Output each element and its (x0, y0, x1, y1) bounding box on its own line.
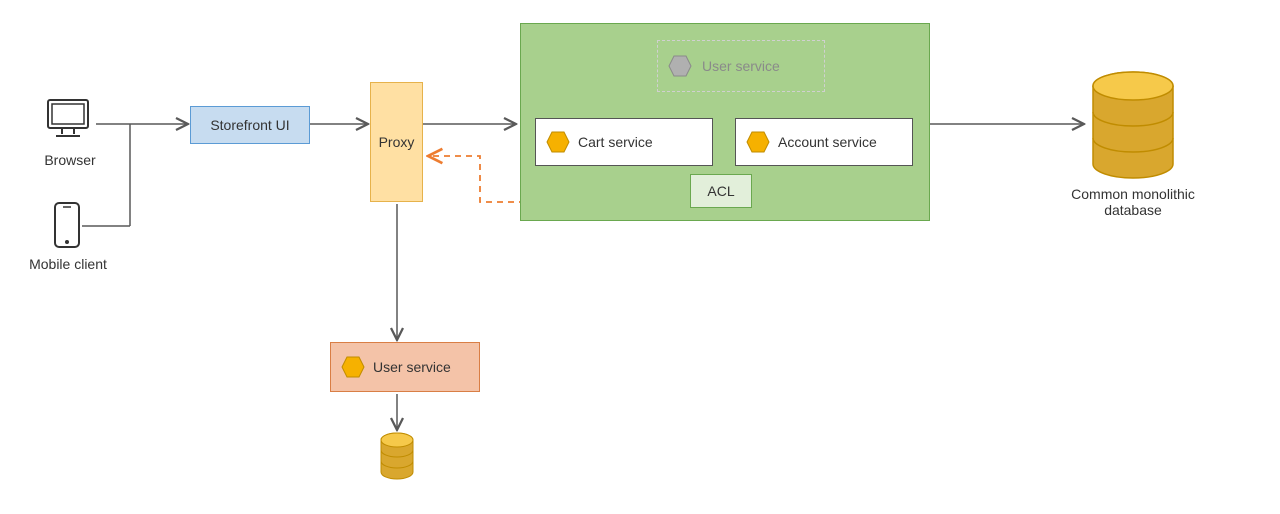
hexagon-icon (546, 130, 570, 154)
ghost-user-group: User service (657, 40, 825, 92)
monolithic-db-label: Common monolithic database (1048, 186, 1218, 218)
account-service-label: Account service (778, 134, 877, 150)
browser-icon (42, 94, 94, 149)
mobile-icon (52, 200, 82, 253)
monolithic-db-icon (1088, 70, 1178, 183)
user-db-icon (378, 432, 416, 483)
cart-service-box: Cart service (535, 118, 713, 166)
hexagon-icon (746, 130, 770, 154)
hexagon-icon (341, 355, 365, 379)
hexagon-icon (668, 54, 692, 78)
proxy-box: Proxy (370, 82, 423, 202)
cart-service-label: Cart service (578, 134, 653, 150)
user-service-box: User service (330, 342, 480, 392)
acl-box: ACL (690, 174, 752, 208)
storefront-label: Storefront UI (210, 117, 289, 133)
user-service-label: User service (373, 359, 451, 375)
browser-label: Browser (30, 152, 110, 168)
acl-label: ACL (707, 183, 734, 199)
ghost-user-label: User service (702, 58, 780, 74)
account-service-box: Account service (735, 118, 913, 166)
storefront-box: Storefront UI (190, 106, 310, 144)
mobile-label: Mobile client (18, 256, 118, 272)
proxy-label: Proxy (379, 134, 415, 150)
